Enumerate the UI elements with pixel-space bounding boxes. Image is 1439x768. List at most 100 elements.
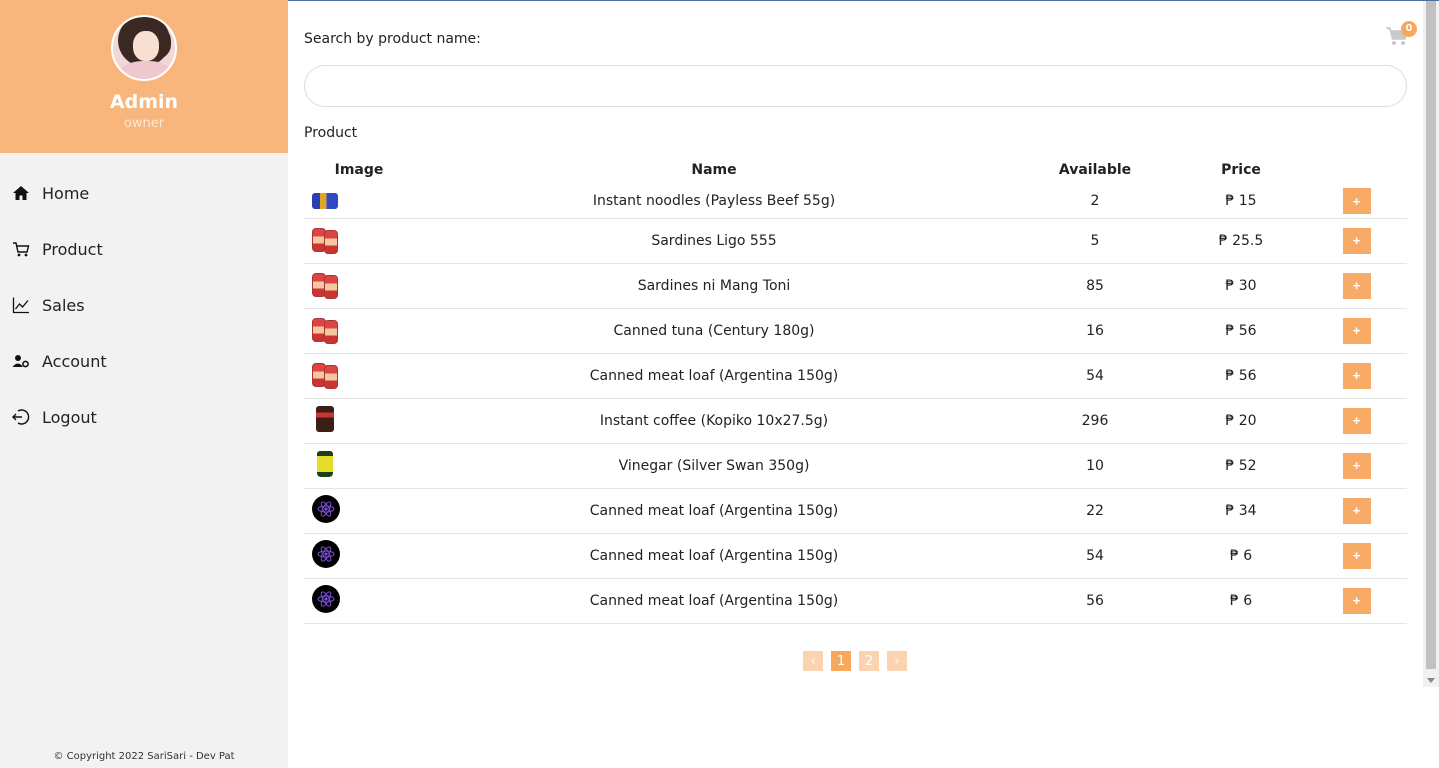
product-price: ₱ 25.5: [1176, 218, 1306, 264]
sidebar-item-sales[interactable]: Sales: [0, 277, 288, 333]
table-row: Canned meat loaf (Argentina 150g) 54 ₱ 6 +: [304, 533, 1407, 579]
column-header-price: Price: [1221, 162, 1261, 178]
table-row: Instant coffee (Kopiko 10x27.5g) 296 ₱ 20 +: [304, 398, 1407, 444]
copyright: © Copyright 2022 SariSari - Dev Pat: [53, 751, 235, 762]
scrollbar[interactable]: [1423, 1, 1439, 687]
product-image: [312, 193, 338, 210]
product-image: [316, 405, 334, 432]
column-header-action: [1306, 155, 1407, 185]
product-table: Image Name Available Price Instant noodl…: [304, 155, 1407, 624]
add-to-cart-button[interactable]: +: [1342, 317, 1371, 344]
product-image-cell: [304, 308, 414, 354]
add-to-cart-button[interactable]: +: [1342, 587, 1371, 614]
sidebar-item-home[interactable]: Home: [0, 165, 288, 221]
avatar: [111, 15, 177, 81]
user-name: Admin: [109, 91, 179, 113]
table-row: Sardines Ligo 555 5 ₱ 25.5 +: [304, 218, 1407, 264]
product-name: Sardines ni Mang Toni: [414, 263, 1014, 309]
sidebar-item-label: Sales: [42, 295, 85, 315]
add-to-cart-button[interactable]: +: [1342, 362, 1371, 389]
product-available: 2: [1014, 185, 1176, 219]
product-available: 85: [1014, 263, 1176, 309]
cart-button[interactable]: 0: [1385, 21, 1417, 51]
product-action-cell: +: [1306, 353, 1407, 399]
product-available: 5: [1014, 218, 1176, 264]
product-action-cell: +: [1306, 488, 1407, 534]
add-to-cart-button[interactable]: +: [1342, 452, 1371, 479]
product-action-cell: +: [1306, 533, 1407, 579]
product-action-cell: +: [1306, 443, 1407, 489]
user-role: owner: [123, 116, 165, 131]
sidebar-item-logout[interactable]: Logout: [0, 389, 288, 445]
product-name: Canned meat loaf (Argentina 150g): [414, 488, 1014, 534]
product-price: ₱ 56: [1176, 308, 1306, 354]
product-price: ₱ 6: [1176, 533, 1306, 579]
product-available: 54: [1014, 353, 1176, 399]
sidebar-item-label: Home: [42, 183, 90, 203]
logout-icon: [12, 408, 30, 426]
product-image: [317, 450, 333, 477]
column-header-name: Name: [691, 162, 737, 178]
product-image-cell: [304, 578, 414, 624]
table-row: Vinegar (Silver Swan 350g) 10 ₱ 52 +: [304, 443, 1407, 489]
pagination-next-button[interactable]: ›: [887, 651, 907, 671]
product-image-cell: [304, 398, 414, 444]
product-price: ₱ 6: [1176, 578, 1306, 624]
main-content: Search by product name: 0 Product Image …: [288, 1, 1423, 687]
table-row: Canned meat loaf (Argentina 150g) 22 ₱ 34 +: [304, 488, 1407, 534]
product-available: 54: [1014, 533, 1176, 579]
product-available: 22: [1014, 488, 1176, 534]
pagination-page-2[interactable]: 2: [859, 651, 879, 671]
product-image: [312, 539, 340, 568]
product-name: Vinegar (Silver Swan 350g): [414, 443, 1014, 489]
product-price: ₱ 15: [1176, 185, 1306, 219]
product-action-cell: +: [1306, 578, 1407, 624]
section-title: Product: [304, 125, 358, 141]
product-action-cell: +: [1306, 398, 1407, 444]
add-to-cart-button[interactable]: +: [1342, 497, 1371, 524]
pagination: ‹ 1 2 ›: [803, 651, 907, 671]
product-image: [312, 271, 338, 299]
table-row: Instant noodles (Payless Beef 55g) 2 ₱ 15 +: [304, 185, 1407, 219]
product-image-cell: [304, 185, 414, 219]
cart-count-badge: 0: [1401, 21, 1417, 37]
sidebar-item-product[interactable]: Product: [0, 221, 288, 277]
product-image: [312, 584, 340, 613]
sidebar-item-account[interactable]: Account: [0, 333, 288, 389]
column-header-available: Available: [1058, 162, 1132, 178]
product-name: Instant noodles (Payless Beef 55g): [414, 185, 1014, 219]
sidebar: Admin owner Home Product Sales Account L…: [0, 0, 288, 768]
column-header-image: Image: [334, 162, 384, 178]
pagination-page-1[interactable]: 1: [831, 651, 851, 671]
add-to-cart-button[interactable]: +: [1342, 188, 1371, 215]
table-row: Canned meat loaf (Argentina 150g) 54 ₱ 56 +: [304, 353, 1407, 399]
profile-card: Admin owner: [0, 0, 288, 153]
product-image: [312, 361, 338, 389]
table-row: Canned meat loaf (Argentina 150g) 56 ₱ 6 +: [304, 578, 1407, 624]
product-action-cell: +: [1306, 185, 1407, 219]
pagination-prev-button[interactable]: ‹: [803, 651, 823, 671]
product-action-cell: +: [1306, 263, 1407, 309]
add-to-cart-button[interactable]: +: [1342, 227, 1371, 254]
add-to-cart-button[interactable]: +: [1342, 542, 1371, 569]
scroll-down-arrow-icon[interactable]: [1427, 678, 1435, 683]
product-price: ₱ 34: [1176, 488, 1306, 534]
product-name: Canned meat loaf (Argentina 150g): [414, 578, 1014, 624]
product-image: [312, 494, 340, 523]
search-label: Search by product name:: [304, 31, 481, 47]
product-price: ₱ 52: [1176, 443, 1306, 489]
product-action-cell: +: [1306, 218, 1407, 264]
home-icon: [12, 184, 30, 202]
scrollbar-thumb[interactable]: [1426, 1, 1436, 669]
add-to-cart-button[interactable]: +: [1342, 407, 1371, 434]
product-name: Canned tuna (Century 180g): [414, 308, 1014, 354]
product-name: Canned meat loaf (Argentina 150g): [414, 533, 1014, 579]
table-row: Sardines ni Mang Toni 85 ₱ 30 +: [304, 263, 1407, 309]
user-gear-icon: [12, 352, 30, 370]
product-name: Canned meat loaf (Argentina 150g): [414, 353, 1014, 399]
add-to-cart-button[interactable]: +: [1342, 272, 1371, 299]
product-available: 56: [1014, 578, 1176, 624]
search-input[interactable]: [304, 65, 1407, 107]
product-image-cell: [304, 533, 414, 579]
product-image-cell: [304, 488, 414, 534]
